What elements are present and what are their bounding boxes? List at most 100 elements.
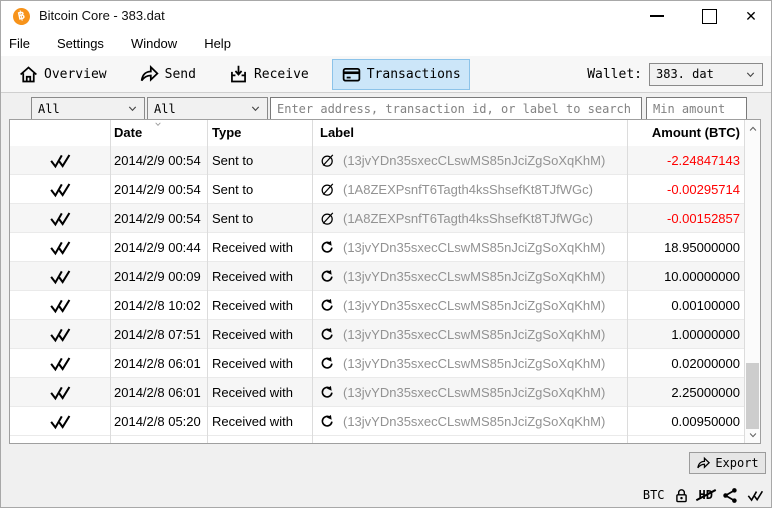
tx-amount: 1.00000000 [671,326,740,342]
confirmed-icon [49,413,72,430]
export-button[interactable]: Export [689,452,766,474]
column-header-type[interactable]: Type [212,125,241,140]
tx-amount: 18.95000000 [664,239,740,255]
menu-window[interactable]: Window [131,36,177,51]
hd-disabled-icon: HD [698,488,713,502]
table-row[interactable]: 2014/2/9 00:54 Sent to (1A8ZEXPsnfT6Tagt… [10,175,745,204]
tx-type: Received with [212,326,293,342]
tx-type: Received with [212,413,293,429]
table-row[interactable]: 2014/2/8 10:02 Received with (13jvYDn35s… [10,291,745,320]
tx-date: 2014/2/8 06:01 [114,355,201,371]
confirmed-icon [49,355,72,372]
confirmed-icon [49,152,72,169]
tx-address: (13jvYDn35sxecCLswMS85nJciZgSoXqKhM) [343,268,606,284]
tx-date: 2014/2/8 07:51 [114,326,201,342]
tx-type: Received with [212,297,293,313]
tx-type: Sent to [212,181,254,197]
tx-type: Received with [212,355,293,371]
chevron-down-icon [127,103,138,114]
table-row[interactable]: 2014/2/8 07:51 Received with (13jvYDn35s… [10,320,745,349]
tx-date: 2014/2/9 00:54 [114,210,201,226]
close-button[interactable]: ✕ [735,1,767,31]
table-row[interactable]: 2014/2/9 00:54 Sent to (13jvYDn35sxecCLs… [10,146,745,175]
table-row[interactable]: 2014/2/9 00:09 Received with (13jvYDn35s… [10,262,745,291]
minimize-button[interactable] [641,1,673,31]
sent-label-icon [320,211,335,226]
bitcoin-core-window: ฿ Bitcoin Core - 383.dat ✕ File Settings… [0,0,772,508]
chevron-up-icon [748,124,758,134]
confirmed-icon [49,326,72,343]
toolbar-divider [1,92,771,93]
home-icon [18,64,39,85]
column-header-amount[interactable]: Amount (BTC) [652,125,740,140]
tab-receive[interactable]: Receive [219,59,318,90]
title-bar: ฿ Bitcoin Core - 383.dat ✕ [1,1,771,31]
tx-amount: 0.02000000 [671,355,740,371]
table-row[interactable]: 2014/2/8 06:01 Received with (13jvYDn35s… [10,378,745,407]
confirmed-icon [49,268,72,285]
peers-icon [722,487,739,504]
tx-type: Received with [212,268,293,284]
wallet-label: Wallet: [587,66,642,82]
table-row[interactable]: 2014/2/8 05:20 Received with (13jvYDn35s… [10,407,745,436]
tx-address: (13jvYDn35sxecCLswMS85nJciZgSoXqKhM) [343,326,606,342]
menu-help[interactable]: Help [204,36,231,51]
table-row[interactable]: 2014/2/9 00:54 Sent to (1A8ZEXPsnfT6Tagt… [10,204,745,233]
wallet-select[interactable]: 383. dat [649,62,763,86]
wallet-selected-value: 383. dat [656,67,714,81]
tx-date: 2014/2/8 10:02 [114,297,201,313]
tx-amount: 2.25000000 [671,384,740,400]
search-input[interactable] [270,97,642,120]
tx-amount: -0.00295714 [666,181,740,197]
tx-address: (13jvYDn35sxecCLswMS85nJciZgSoXqKhM) [343,413,606,429]
tab-transactions[interactable]: Transactions [331,58,470,90]
bitcoin-logo-icon: ฿ [11,6,32,27]
tx-date: 2014/2/8 05:20 [114,413,201,429]
export-button-label: Export [715,456,759,470]
tx-address: (13jvYDn35sxecCLswMS85nJciZgSoXqKhM) [343,239,606,255]
type-filter-dropdown[interactable]: All [147,97,268,120]
column-header-label[interactable]: Label [320,125,354,140]
tab-overview[interactable]: Overview [9,59,116,90]
tx-type: Sent to [212,152,254,168]
confirmed-icon [49,181,72,198]
menu-file[interactable]: File [9,36,30,51]
vertical-scrollbar[interactable] [744,120,760,443]
tab-overview-label: Overview [44,66,107,82]
send-icon [139,64,160,85]
sync-check-icon [747,487,764,504]
tab-transactions-label: Transactions [366,66,461,82]
maximize-button[interactable] [693,1,725,31]
table-row[interactable]: 2014/2/9 00:44 Received with (13jvYDn35s… [10,233,745,262]
tx-address: (13jvYDn35sxecCLswMS85nJciZgSoXqKhM) [343,152,606,168]
type-filter-value: All [154,101,176,116]
tx-date: 2014/2/9 00:09 [114,268,201,284]
transactions-icon [341,64,362,85]
date-filter-dropdown[interactable]: All [31,97,145,120]
tab-send-label: Send [164,66,196,82]
tx-amount: -2.24847143 [666,152,740,168]
tab-receive-label: Receive [253,66,309,82]
confirmed-icon [49,384,72,401]
scroll-down-button[interactable] [745,426,760,443]
menu-settings[interactable]: Settings [57,36,104,51]
unit-display: BTC [642,488,665,502]
tx-address: (1A8ZEXPsnfT6Tagth4ksShsefKt8TJfWGc) [343,181,593,197]
min-amount-input[interactable] [646,97,747,120]
column-header-date[interactable]: Date [114,125,142,140]
tx-type: Sent to [212,210,254,226]
chevron-down-icon [250,103,261,114]
tab-send[interactable]: Send [130,59,205,90]
scrollbar-thumb[interactable] [746,363,759,429]
confirmed-icon [49,210,72,227]
export-arrow-icon [696,456,711,471]
toolbar: Overview Send Receive Transactions Walle… [1,56,771,92]
tx-address: (1A8ZEXPsnfT6Tagth4ksShsefKt8TJfWGc) [343,210,593,226]
tx-date: 2014/2/8 06:01 [114,384,201,400]
table-row[interactable]: 2014/2/8 06:01 Received with (13jvYDn35s… [10,349,745,378]
maximize-icon [701,8,717,24]
tx-type: Received with [212,384,293,400]
scroll-up-button[interactable] [745,120,760,137]
sent-label-icon [320,153,335,168]
transactions-table: Date Type Label Amount (BTC) 2014/2/9 00… [9,119,761,444]
